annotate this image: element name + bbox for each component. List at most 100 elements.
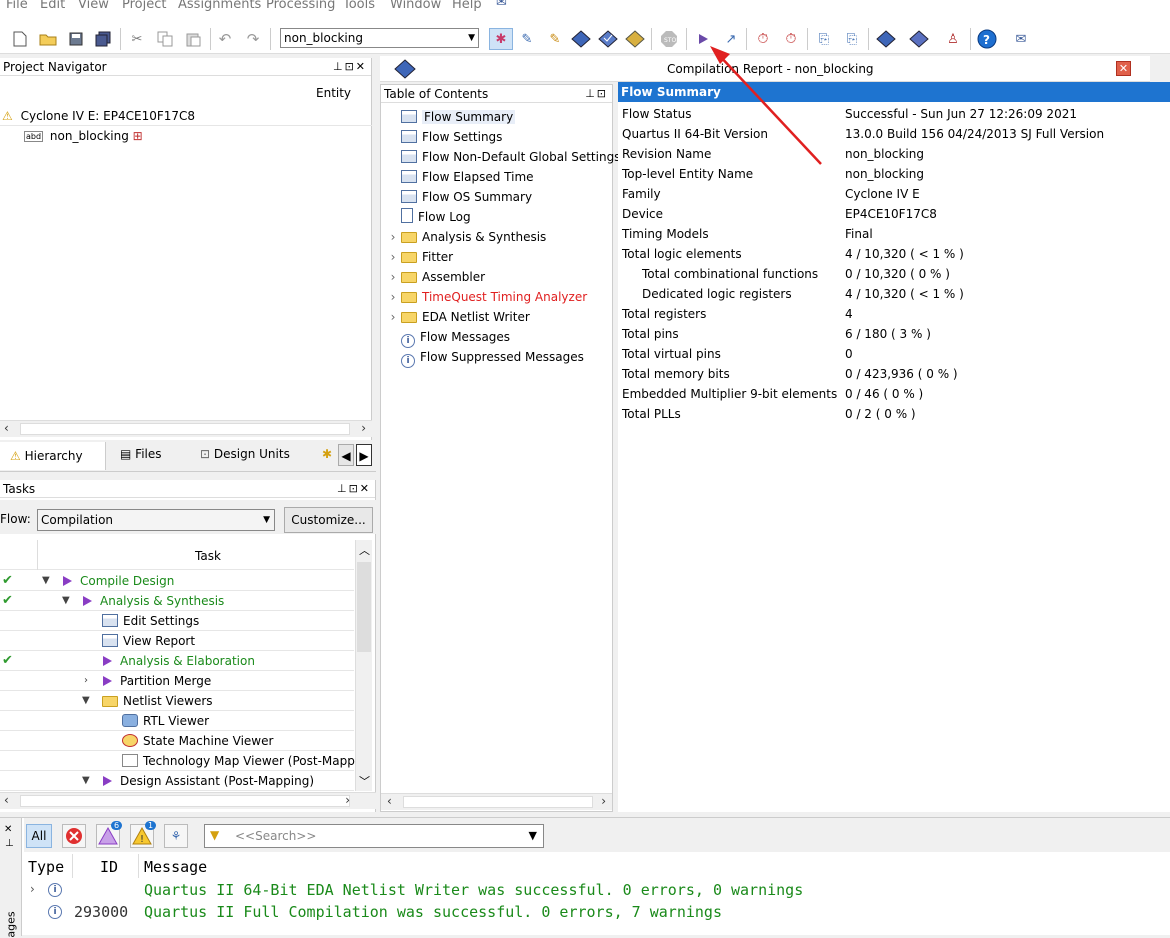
cut-icon[interactable]: ✂ (127, 29, 147, 49)
navigator-hscroll[interactable]: ‹ › (0, 420, 372, 437)
chevron-down-icon: ▼ (42, 575, 50, 586)
menu-tools[interactable]: Tools (343, 0, 375, 12)
toc-analysis-synthesis[interactable]: › Analysis & Synthesis (385, 227, 547, 247)
chip-editor-icon[interactable] (909, 29, 929, 49)
menu-assignments[interactable]: Assignments (178, 0, 261, 12)
toc-flow-messages[interactable]: i Flow Messages (385, 327, 510, 348)
tab-hierarchy[interactable]: ⚠ Hierarchy (0, 442, 106, 470)
flow-select[interactable]: Compilation ▼ (37, 509, 275, 531)
save-all-icon[interactable] (93, 29, 113, 49)
analysis-diamond-icon[interactable] (598, 29, 618, 49)
save-icon[interactable] (66, 29, 86, 49)
search-input[interactable]: ▼ <<Search>> ▼ (204, 824, 544, 848)
filter-suppressed-button[interactable]: ⚘ (164, 824, 188, 848)
menu-bar: File Edit View Project Assignments Proce… (0, 0, 1170, 14)
task-label: Edit Settings (123, 614, 200, 628)
toc-label: Flow Non-Default Global Settings (422, 150, 621, 164)
toc-assembler[interactable]: › Assembler (385, 267, 485, 287)
dock-buttons[interactable]: ⊥⊡✕ (337, 480, 371, 498)
paste-icon[interactable] (183, 29, 203, 49)
toc-flow-summary[interactable]: Flow Summary (385, 107, 516, 127)
netlist-icon[interactable]: ♙ (943, 29, 963, 49)
tab-design-units[interactable]: ⊡ Design Units (200, 440, 290, 468)
info-icon: i (401, 354, 415, 368)
close-icon[interactable]: ✕ (4, 824, 12, 835)
filter-error-button[interactable] (62, 824, 86, 848)
programmer-icon[interactable] (876, 29, 896, 49)
filter-warning-button[interactable]: ! 1 (130, 821, 157, 848)
tasks-hscroll[interactable]: ‹ › (0, 792, 376, 809)
open-folder-icon[interactable] (38, 29, 58, 49)
toc-flow-non-default[interactable]: Flow Non-Default Global Settings (385, 147, 620, 167)
table-icon (401, 110, 417, 123)
task-design-assistant[interactable]: ▼ Design Assistant (Post-Mapping) (0, 771, 354, 791)
task-technology-map-viewer[interactable]: Technology Map Viewer (Post-Mapp (0, 751, 355, 771)
redo-icon[interactable]: ↷ (243, 29, 263, 49)
task-edit-settings[interactable]: Edit Settings (0, 611, 354, 631)
stop-icon[interactable]: STOP (659, 29, 679, 49)
more-tab-icon[interactable]: ✱ (322, 440, 332, 468)
toc-flow-suppressed[interactable]: i Flow Suppressed Messages (385, 347, 584, 368)
dock-buttons[interactable]: ⊥⊡✕ (333, 58, 367, 76)
message-row[interactable]: › i Quartus II 64-Bit EDA Netlist Writer… (24, 880, 1170, 902)
toc-flow-log[interactable]: Flow Log (385, 207, 471, 227)
tab-files[interactable]: ▤ Files (120, 440, 162, 468)
copy-icon[interactable] (155, 29, 175, 49)
toc-timequest[interactable]: › TimeQuest Timing Analyzer (385, 287, 588, 307)
filter-critical-warning-button[interactable]: 6 (96, 821, 123, 848)
chat-icon[interactable]: ✉ (1011, 29, 1031, 49)
close-report-icon[interactable]: ✕ (1116, 61, 1131, 76)
chevron-right-icon: › (390, 310, 396, 324)
help-bubble-icon[interactable]: ✉ (496, 0, 507, 10)
tab-scroll-right[interactable]: ▶ (356, 444, 372, 466)
menu-edit[interactable]: Edit (40, 0, 65, 12)
tasks-vscroll[interactable]: ︿ ﹀ (355, 540, 372, 791)
pin-icon[interactable]: ⊥ (5, 838, 14, 849)
tab-scroll-left[interactable]: ◀ (338, 444, 354, 466)
summary-row: Timing Models Final (618, 224, 1170, 244)
task-compile-design[interactable]: ✔ ▼ Compile Design (0, 571, 354, 591)
compile-diamond-icon[interactable] (571, 29, 591, 49)
menu-file[interactable]: File (6, 0, 28, 12)
menu-project[interactable]: Project (122, 0, 166, 12)
task-netlist-viewers[interactable]: ▼ Netlist Viewers (0, 691, 354, 711)
entity-row[interactable]: abd non_blocking ⊞ (24, 126, 143, 146)
task-analysis-elaboration[interactable]: ✔ Analysis & Elaboration (0, 651, 354, 671)
device-row[interactable]: ⚠ Cyclone IV E: EP4CE10F17C8 (0, 106, 372, 126)
check-icon: ✔ (2, 593, 13, 608)
message-row[interactable]: i 293000 Quartus II Full Compilation was… (24, 902, 1170, 924)
menu-processing[interactable]: Processing (266, 0, 335, 12)
help-icon[interactable]: ? (977, 29, 997, 49)
toc-fitter[interactable]: › Fitter (385, 247, 454, 267)
fitter-diamond-icon[interactable] (625, 29, 645, 49)
revision-combo[interactable]: non_blocking ▼ (280, 28, 479, 48)
pin-planner-icon[interactable]: ✎ (517, 29, 537, 49)
technology-map-icon[interactable]: ⎘ (842, 29, 862, 49)
toc-flow-elapsed[interactable]: Flow Elapsed Time (385, 167, 534, 187)
task-partition-merge[interactable]: › Partition Merge (0, 671, 354, 691)
assignment-editor-icon[interactable]: ✎ (545, 29, 565, 49)
customize-button[interactable]: Customize... (284, 507, 373, 533)
toc-label: Analysis & Synthesis (422, 230, 547, 244)
toc-hscroll[interactable]: ‹ › (381, 793, 612, 810)
task-analysis-synthesis[interactable]: ✔ ▼ Analysis & Synthesis (0, 591, 354, 611)
toc-eda-netlist[interactable]: › EDA Netlist Writer (385, 307, 530, 327)
menu-view[interactable]: View (78, 0, 109, 12)
menu-window[interactable]: Window (390, 0, 441, 12)
toc-flow-settings[interactable]: Flow Settings (385, 127, 502, 147)
toc-flow-os[interactable]: Flow OS Summary (385, 187, 532, 207)
table-icon (401, 190, 417, 203)
chip-planner-icon[interactable]: ✱ (489, 28, 513, 50)
summary-value: Final (845, 227, 873, 241)
new-file-icon[interactable] (10, 29, 30, 49)
dock-buttons[interactable]: ⊥⊡ (585, 85, 608, 103)
summary-key: Flow Status (622, 107, 692, 121)
task-label: Design Assistant (Post-Mapping) (120, 774, 315, 788)
task-state-machine-viewer[interactable]: State Machine Viewer (0, 731, 354, 751)
task-view-report[interactable]: View Report (0, 631, 354, 651)
task-rtl-viewer[interactable]: RTL Viewer (0, 711, 354, 731)
menu-help[interactable]: Help (452, 0, 482, 12)
filter-all-button[interactable]: All (26, 824, 52, 848)
undo-icon[interactable]: ↶ (215, 29, 235, 49)
folder-icon (401, 272, 417, 283)
